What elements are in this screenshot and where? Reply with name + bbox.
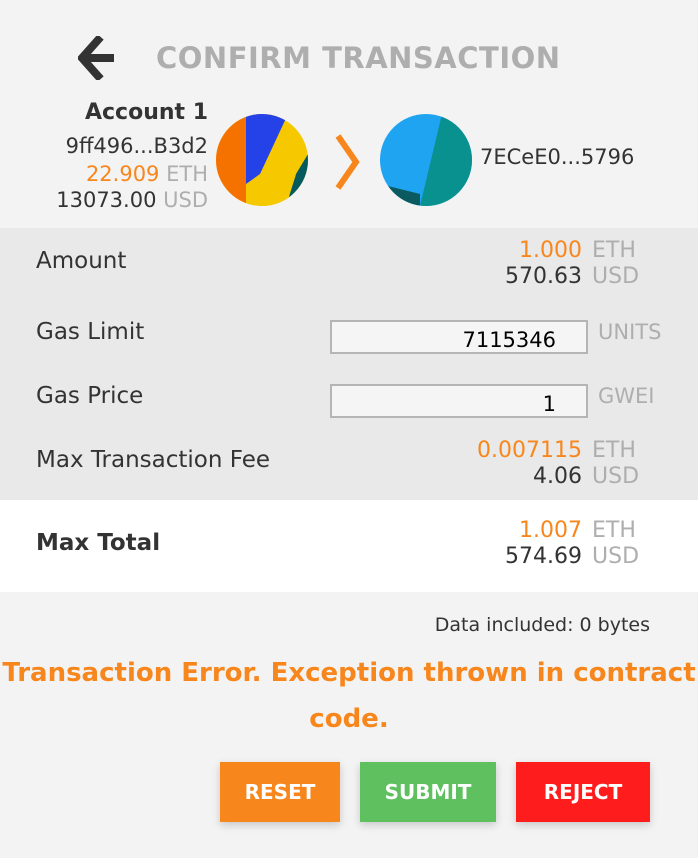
max-fee-usd-unit: USD (592, 464, 640, 489)
from-usd-value: 13073.00 (56, 188, 157, 212)
amount-label: Amount (36, 248, 127, 274)
max-total-eth-unit: ETH (592, 518, 636, 543)
gas-limit-unit: UNITS (598, 320, 662, 344)
max-total-label: Max Total (36, 530, 161, 556)
from-account-address: 9ff496...B3d2 (65, 134, 208, 158)
gas-limit-input[interactable] (330, 320, 588, 354)
transaction-error-message: Transaction Error. Exception thrown in c… (0, 650, 698, 742)
from-usd-unit: USD (163, 188, 208, 212)
transaction-details: Amount 1.000 ETH 570.63 USD Gas Limit UNIT… (0, 228, 698, 500)
max-total-eth-value: 1.007 (519, 518, 582, 543)
from-account-avatar (216, 114, 308, 206)
gas-price-unit: GWEI (598, 384, 655, 408)
from-eth-unit: ETH (166, 162, 208, 186)
max-fee-usd: 4.06 USD (533, 464, 650, 489)
amount-usd-unit: USD (592, 264, 640, 289)
to-account-address: 7ECeE0...5796 (480, 145, 635, 169)
gas-limit-label: Gas Limit (36, 319, 145, 345)
from-account-eth-balance: 22.909 ETH (86, 162, 208, 186)
error-line-2: code. (309, 704, 389, 734)
chevron-right-icon (334, 132, 362, 192)
from-eth-value: 22.909 (85, 162, 160, 186)
back-arrow-icon[interactable] (76, 34, 118, 82)
to-account-avatar (380, 114, 472, 206)
max-fee-label: Max Transaction Fee (36, 447, 271, 473)
max-fee-eth-unit: ETH (592, 438, 636, 463)
from-account-name: Account 1 (84, 100, 208, 125)
submit-button[interactable]: SUBMIT (360, 762, 496, 822)
reject-button[interactable]: REJECT (516, 762, 650, 822)
gas-price-label: Gas Price (36, 383, 144, 409)
page-title: CONFIRM TRANSACTION (156, 41, 561, 75)
amount-eth: 1.000 ETH (519, 238, 650, 263)
amount-usd-value: 570.63 (505, 264, 582, 289)
max-fee-eth-value: 0.007115 (477, 438, 582, 463)
max-total-eth: 1.007 ETH (519, 518, 650, 543)
confirm-transaction-screen: CONFIRM TRANSACTION Account 1 9ff496...B… (0, 0, 698, 858)
reset-button[interactable]: RESET (220, 762, 340, 822)
max-total-usd-unit: USD (592, 544, 640, 569)
max-total-usd: 574.69 USD (505, 544, 650, 569)
gas-price-input[interactable] (330, 384, 588, 418)
amount-usd: 570.63 USD (505, 264, 650, 289)
from-account-usd-balance: 13073.00 USD (56, 188, 208, 212)
max-fee-eth: 0.007115 ETH (477, 438, 650, 463)
amount-eth-value: 1.000 (519, 238, 582, 263)
header: CONFIRM TRANSACTION (0, 8, 698, 94)
amount-eth-unit: ETH (592, 238, 636, 263)
data-included-text: Data included: 0 bytes (434, 614, 650, 636)
error-line-1: Transaction Error. Exception thrown in c… (2, 658, 696, 688)
max-fee-usd-value: 4.06 (533, 464, 582, 489)
max-total-section: Max Total 1.007 ETH 574.69 USD (0, 500, 698, 592)
max-total-usd-value: 574.69 (505, 544, 582, 569)
